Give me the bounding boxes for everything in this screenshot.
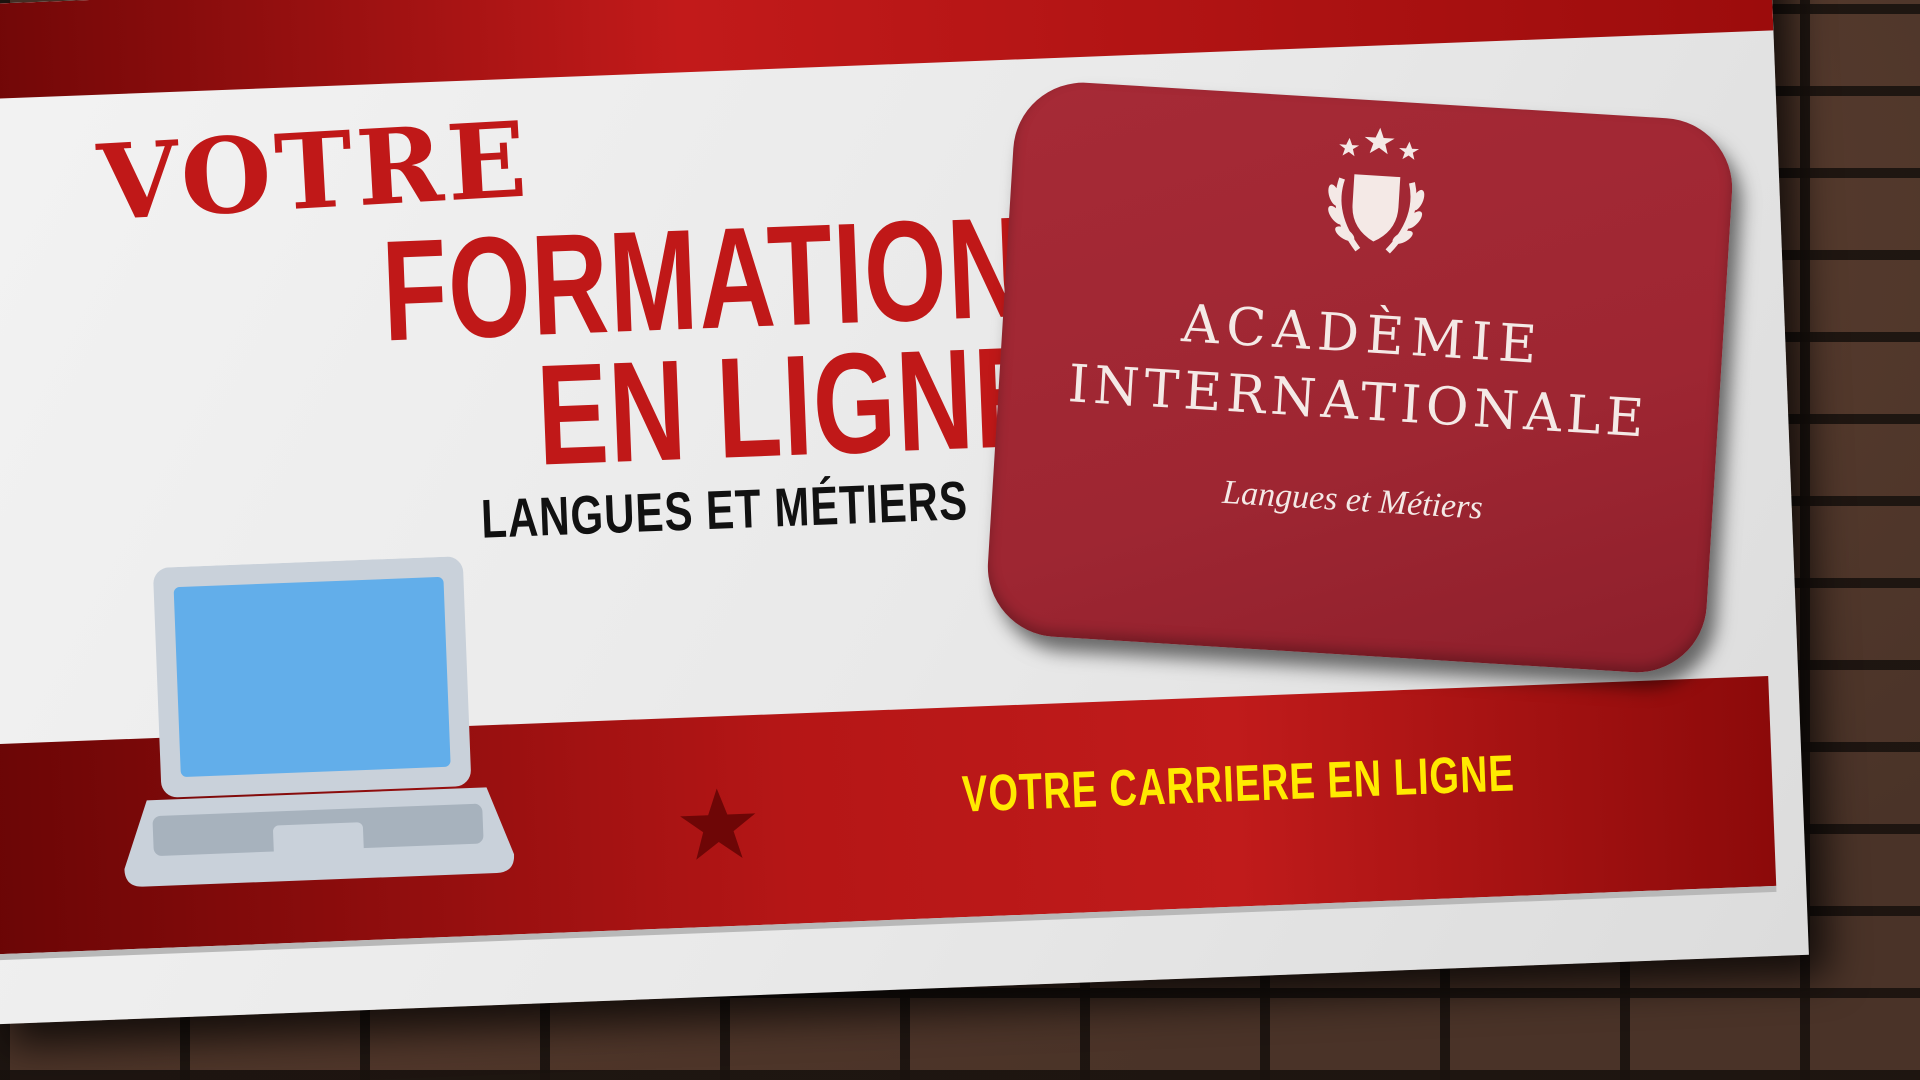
academy-logo-badge: ACADÈMIE INTERNATIONALE Langues et Métie… [983,78,1737,677]
laptop-icon [124,556,515,887]
headline-en-ligne: EN LIGNE [534,316,1049,496]
shield-laurel-emblem-icon [1328,127,1425,254]
star-icon [680,788,756,860]
logo-subtitle: Langues et Métiers [1221,473,1484,527]
top-red-band [0,0,1774,101]
